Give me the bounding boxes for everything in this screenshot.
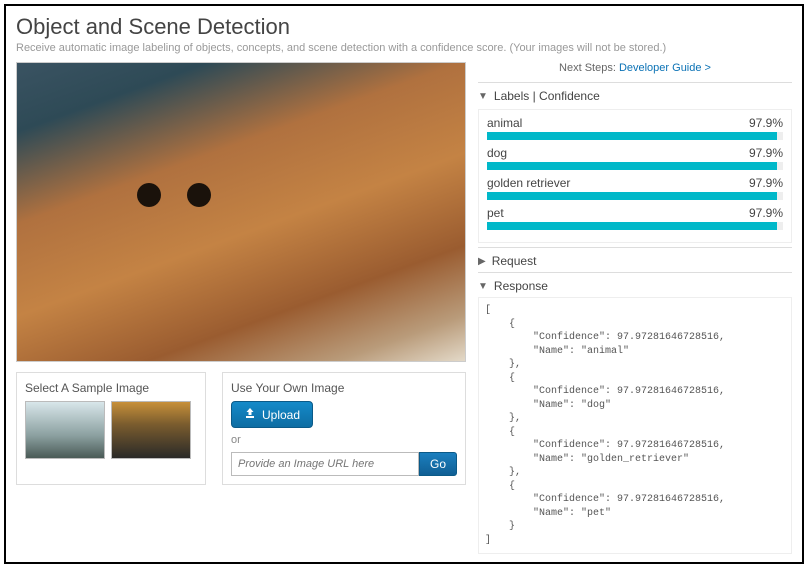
use-own-panel: Use Your Own Image Upload or Go (222, 372, 466, 485)
upload-button[interactable]: Upload (231, 401, 313, 428)
confidence-bar-fill (487, 162, 777, 170)
select-sample-panel: Select A Sample Image (16, 372, 206, 485)
request-header[interactable]: ▶ Request (478, 254, 792, 268)
confidence-bar-fill (487, 132, 777, 140)
upload-button-label: Upload (262, 408, 300, 422)
or-label: or (231, 434, 457, 446)
confidence-bar-fill (487, 222, 777, 230)
next-steps: Next Steps: Developer Guide > (478, 62, 792, 74)
upload-icon (244, 407, 256, 422)
labels-section: ▼ Labels | Confidence animal 97.9% dog 97.9… (478, 82, 792, 247)
image-preview (16, 62, 466, 362)
confidence-bar (487, 132, 783, 140)
label-confidence: 97.9% (749, 116, 783, 130)
label-row: golden retriever 97.9% (487, 176, 783, 200)
sample-thumbnail-1[interactable] (25, 401, 105, 459)
developer-guide-link[interactable]: Developer Guide > (619, 62, 711, 74)
labels-list: animal 97.9% dog 97.9% golden retriever 97.9%… (478, 109, 792, 243)
label-name: animal (487, 116, 522, 130)
sample-thumbnail-2[interactable] (111, 401, 191, 459)
next-steps-prefix: Next Steps: (559, 62, 619, 74)
label-confidence: 97.9% (749, 146, 783, 160)
label-row: pet 97.9% (487, 206, 783, 230)
response-header[interactable]: ▼ Response (478, 279, 792, 293)
label-confidence: 97.9% (749, 206, 783, 220)
request-header-text: Request (492, 254, 537, 268)
caret-down-icon: ▼ (478, 91, 488, 102)
confidence-bar (487, 222, 783, 230)
page-subtitle: Receive automatic image labeling of obje… (16, 42, 792, 54)
response-body: [ { "Confidence": 97.97281646728516, "Na… (478, 297, 792, 554)
select-sample-title: Select A Sample Image (25, 381, 197, 395)
response-section: ▼ Response [ { "Confidence": 97.97281646… (478, 272, 792, 558)
labels-header-text: Labels | Confidence (494, 89, 600, 103)
label-confidence: 97.9% (749, 176, 783, 190)
confidence-bar (487, 162, 783, 170)
page-title: Object and Scene Detection (16, 14, 792, 40)
label-name: golden retriever (487, 176, 570, 190)
confidence-bar-fill (487, 192, 777, 200)
label-name: dog (487, 146, 507, 160)
response-header-text: Response (494, 279, 548, 293)
request-section: ▶ Request (478, 247, 792, 272)
label-row: dog 97.9% (487, 146, 783, 170)
label-name: pet (487, 206, 504, 220)
confidence-bar (487, 192, 783, 200)
caret-down-icon: ▼ (478, 281, 488, 292)
use-own-title: Use Your Own Image (231, 381, 457, 395)
image-url-input[interactable] (231, 452, 419, 476)
go-button[interactable]: Go (419, 452, 457, 476)
labels-header[interactable]: ▼ Labels | Confidence (478, 89, 792, 103)
caret-right-icon: ▶ (478, 256, 486, 267)
label-row: animal 97.9% (487, 116, 783, 140)
